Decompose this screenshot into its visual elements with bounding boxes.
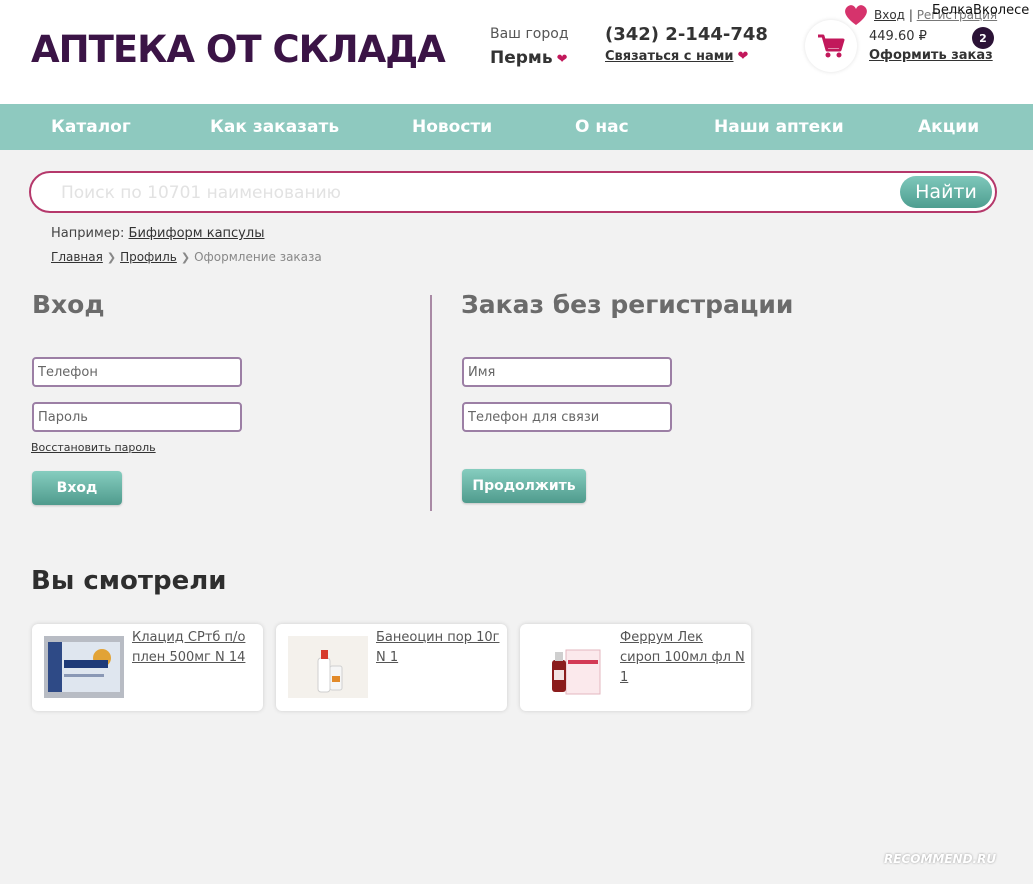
restore-password-link[interactable]: Восстановить пароль (31, 441, 156, 454)
guest-order-title: Заказ без регистрации (461, 290, 794, 319)
product-name[interactable]: Феррум Лек сироп 100мл фл N 1 (620, 628, 745, 688)
guest-phone-field[interactable] (462, 402, 672, 432)
search-example-prefix: Например: (51, 226, 125, 241)
city-caption: Ваш город (490, 26, 569, 42)
breadcrumb-profile[interactable]: Профиль (120, 250, 177, 264)
phone-block: (342) 2-144-748 Связаться с нами ❤ (605, 24, 768, 64)
section-divider (430, 295, 432, 511)
product-image (44, 636, 124, 698)
main-nav: Каталог Как заказать Новости О нас Наши … (0, 104, 1033, 150)
product-image (288, 636, 368, 698)
guest-name-field[interactable] (462, 357, 672, 387)
viewed-product-card[interactable]: Феррум Лек сироп 100мл фл N 1 (520, 624, 751, 711)
cart-icon (818, 34, 845, 58)
favorites-heart-icon[interactable] (843, 3, 869, 27)
search-button[interactable]: Найти (900, 176, 992, 208)
chevron-down-icon: ❤ (556, 52, 568, 67)
login-button[interactable]: Вход (32, 471, 122, 505)
login-link[interactable]: Вход (874, 8, 905, 22)
login-phone-field[interactable] (32, 357, 242, 387)
city-selector[interactable]: Ваш город Пермь ❤ (490, 26, 569, 68)
chevron-right-icon: ❯ (106, 251, 117, 264)
nav-item-how-to-order[interactable]: Как заказать (210, 117, 339, 137)
cart-sum: 449.60 ₽ (869, 29, 927, 44)
recommend-watermark: RECOMMEND.RU (884, 852, 997, 866)
viewed-product-card[interactable]: Банеоцин пор 10г N 1 (276, 624, 507, 711)
viewed-title: Вы смотрели (31, 566, 227, 596)
phone-number: (342) 2-144-748 (605, 24, 768, 45)
header: АПТЕКА ОТ СКЛАДА Ваш город Пермь ❤ (342) … (0, 0, 1033, 104)
site-logo[interactable]: АПТЕКА ОТ СКЛАДА (31, 28, 446, 71)
nav-item-about[interactable]: О нас (575, 117, 629, 137)
search-input[interactable] (61, 181, 881, 205)
nav-item-catalog[interactable]: Каталог (51, 117, 131, 137)
cart-button[interactable] (805, 20, 857, 72)
nav-item-pharmacies[interactable]: Наши аптеки (714, 117, 844, 137)
auth-separator: | (908, 8, 913, 22)
checkout-link[interactable]: Оформить заказ (869, 48, 993, 63)
cart-count-badge: 2 (972, 27, 994, 49)
product-name[interactable]: Банеоцин пор 10г N 1 (376, 628, 501, 668)
city-name: Пермь (490, 48, 553, 68)
breadcrumb-home[interactable]: Главная (51, 250, 103, 264)
breadcrumb: Главная ❯ Профиль ❯ Оформление заказа (51, 250, 322, 264)
login-password-field[interactable] (32, 402, 242, 432)
breadcrumb-current: Оформление заказа (194, 250, 322, 264)
nav-item-news[interactable]: Новости (412, 117, 492, 137)
search-bar: Найти (29, 171, 997, 213)
product-image (532, 636, 612, 698)
user-watermark: БелкаВколесе (932, 3, 1030, 18)
chevron-down-icon: ❤ (737, 49, 749, 64)
login-title: Вход (32, 290, 105, 319)
chevron-right-icon: ❯ (180, 251, 191, 264)
nav-item-promotions[interactable]: Акции (918, 117, 979, 137)
search-example: Например: Бифиформ капсулы (51, 226, 264, 241)
viewed-product-card[interactable]: Клацид СРтб п/о плен 500мг N 14 (32, 624, 263, 711)
search-example-link[interactable]: Бифиформ капсулы (129, 226, 265, 241)
city-value[interactable]: Пермь ❤ (490, 48, 569, 68)
continue-button[interactable]: Продолжить (462, 469, 586, 503)
product-name[interactable]: Клацид СРтб п/о плен 500мг N 14 (132, 628, 257, 668)
contact-link[interactable]: Связаться с нами (605, 49, 734, 64)
